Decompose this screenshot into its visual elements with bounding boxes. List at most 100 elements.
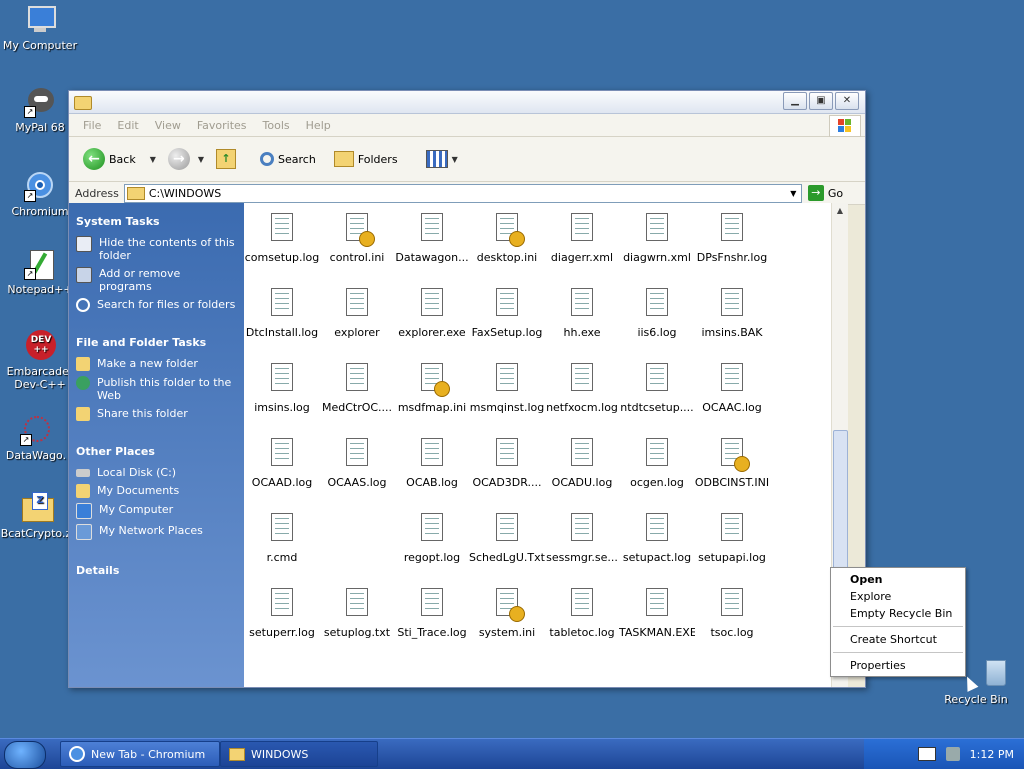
file-item[interactable]: msmqinst.log	[469, 363, 545, 414]
close-button[interactable]: ✕	[835, 92, 859, 110]
chevron-down-icon[interactable]: ▼	[150, 155, 156, 164]
task-windows-folder[interactable]: WINDOWS	[220, 741, 378, 767]
place-my-network[interactable]: My Network Places	[76, 524, 236, 540]
file-name: ntdtcsetup....	[620, 401, 694, 414]
task-add-remove-programs[interactable]: Add or remove programs	[76, 267, 236, 293]
file-item[interactable]: imsins.log	[244, 363, 320, 414]
file-item[interactable]: imsins.BAK	[694, 288, 770, 339]
place-my-computer[interactable]: My Computer	[76, 503, 236, 519]
toolbar: ← Back ▼ → ▼ ↑ Search Folders ▼	[69, 137, 865, 182]
chevron-down-icon[interactable]: ▼	[198, 155, 204, 164]
file-item[interactable]: Datawagon...	[394, 213, 470, 264]
ctx-create-shortcut[interactable]: Create Shortcut	[831, 631, 965, 648]
file-item[interactable]: system.ini	[469, 588, 545, 639]
file-item[interactable]: tabletoc.log	[544, 588, 620, 639]
file-item[interactable]: diagerr.xml	[544, 213, 620, 264]
network-tray-icon[interactable]	[945, 747, 960, 761]
file-item[interactable]: OCAAC.log	[694, 363, 770, 414]
desktop-icon-my-computer[interactable]: My Computer	[0, 4, 80, 52]
section-title[interactable]: File and Folder Tasks	[76, 336, 244, 349]
file-item[interactable]: DtcInstall.log	[244, 288, 320, 339]
file-item[interactable]: OCAAS.log	[319, 438, 395, 489]
file-item[interactable]: TASKMAN.EXE	[619, 588, 695, 639]
file-item[interactable]: hh.exe	[544, 288, 620, 339]
menu-file[interactable]: File	[75, 119, 109, 132]
file-item[interactable]: OCAD3DR....	[469, 438, 545, 489]
file-item[interactable]: regopt.log	[394, 513, 470, 564]
file-item[interactable]: setupact.log	[619, 513, 695, 564]
task-hide-contents[interactable]: Hide the contents of this folder	[76, 236, 236, 262]
chevron-down-icon[interactable]: ▼	[786, 185, 801, 202]
file-item[interactable]: iis6.log	[619, 288, 695, 339]
folders-button[interactable]: Folders	[330, 149, 402, 169]
scroll-up-icon[interactable]: ▲	[832, 206, 848, 215]
file-item[interactable]: msdfmap.ini	[394, 363, 470, 414]
file-item[interactable]: OCAB.log	[394, 438, 470, 489]
search-button[interactable]: Search	[256, 150, 320, 168]
up-button[interactable]: ↑	[212, 147, 240, 171]
section-title[interactable]: System Tasks	[76, 215, 244, 228]
file-item[interactable]: ocgen.log	[619, 438, 695, 489]
file-item[interactable]: r.cmd	[244, 513, 320, 564]
scroll-thumb[interactable]	[833, 430, 848, 582]
back-button[interactable]: ← Back ▼	[79, 146, 160, 172]
title-bar[interactable]: ▁ ▣ ✕	[69, 91, 865, 114]
file-item[interactable]: Sti_Trace.log	[394, 588, 470, 639]
file-item[interactable]: setuplog.txt	[319, 588, 395, 639]
menu-separator	[833, 626, 963, 627]
file-item[interactable]: desktop.ini	[469, 213, 545, 264]
file-item[interactable]: ntdtcsetup....	[619, 363, 695, 414]
ctx-explore[interactable]: Explore	[831, 588, 965, 605]
desktop-icon-datawagon[interactable]: ↗ DataWago.	[0, 414, 76, 462]
views-button[interactable]: ▼	[422, 148, 462, 170]
file-item[interactable]: setupapi.log	[694, 513, 770, 564]
file-item[interactable]: DPsFnshr.log	[694, 213, 770, 264]
file-item[interactable]: setuperr.log	[244, 588, 320, 639]
task-label: Hide the contents of this folder	[99, 236, 235, 262]
file-item[interactable]: explorer	[319, 288, 395, 339]
task-new-folder[interactable]: Make a new folder	[76, 357, 236, 371]
start-button[interactable]	[4, 741, 46, 769]
file-item[interactable]: netfxocm.log	[544, 363, 620, 414]
file-item[interactable]: diagwrn.xml	[619, 213, 695, 264]
address-input[interactable]: C:\WINDOWS ▼	[123, 183, 802, 203]
file-item[interactable]: FaxSetup.log	[469, 288, 545, 339]
file-item[interactable]: tsoc.log	[694, 588, 770, 639]
task-search-files[interactable]: Search for files or folders	[76, 298, 236, 312]
minimize-button[interactable]: ▁	[783, 92, 807, 110]
ctx-properties[interactable]: Properties	[831, 657, 965, 674]
zip-icon: Z	[20, 492, 54, 524]
file-item[interactable]: explorer.exe	[394, 288, 470, 339]
task-chromium[interactable]: New Tab - Chromium	[60, 741, 220, 767]
ctx-empty-recycle-bin[interactable]: Empty Recycle Bin	[831, 605, 965, 622]
file-item[interactable]: sessmgr.se...	[544, 513, 620, 564]
desktop-icon-bcatcrypto[interactable]: Z BcatCrypto.z	[0, 492, 76, 540]
task-share-folder[interactable]: Share this folder	[76, 407, 236, 421]
menu-help[interactable]: Help	[298, 119, 339, 132]
menu-tools[interactable]: Tools	[255, 119, 298, 132]
file-item[interactable]: comsetup.log	[244, 213, 320, 264]
task-publish-web[interactable]: Publish this folder to the Web	[76, 376, 236, 402]
place-local-disk[interactable]: Local Disk (C:)	[76, 466, 236, 479]
ctx-open[interactable]: Open	[831, 571, 965, 588]
section-title[interactable]: Other Places	[76, 445, 244, 458]
file-item[interactable]: MedCtrOC....	[319, 363, 395, 414]
file-item[interactable]: OCAAD.log	[244, 438, 320, 489]
file-item[interactable]: ODBCINST.INI	[694, 438, 770, 489]
section-title[interactable]: Details	[76, 564, 244, 577]
forward-button[interactable]: → ▼	[164, 146, 208, 172]
menu-edit[interactable]: Edit	[109, 119, 146, 132]
file-name: imsins.log	[254, 401, 310, 414]
file-item[interactable]: SchedLgU.Txt	[469, 513, 545, 564]
keyboard-icon[interactable]	[917, 747, 936, 761]
file-name: r.cmd	[266, 551, 298, 564]
menu-favorites[interactable]: Favorites	[189, 119, 255, 132]
place-my-documents[interactable]: My Documents	[76, 484, 236, 498]
file-item[interactable]: control.ini	[319, 213, 395, 264]
menu-view[interactable]: View	[147, 119, 189, 132]
go-button[interactable]: → Go	[807, 185, 843, 201]
maximize-button[interactable]: ▣	[809, 92, 833, 110]
file-item[interactable]: OCADU.log	[544, 438, 620, 489]
clock[interactable]: 1:12 PM	[970, 748, 1014, 761]
go-arrow-icon: →	[807, 185, 824, 201]
